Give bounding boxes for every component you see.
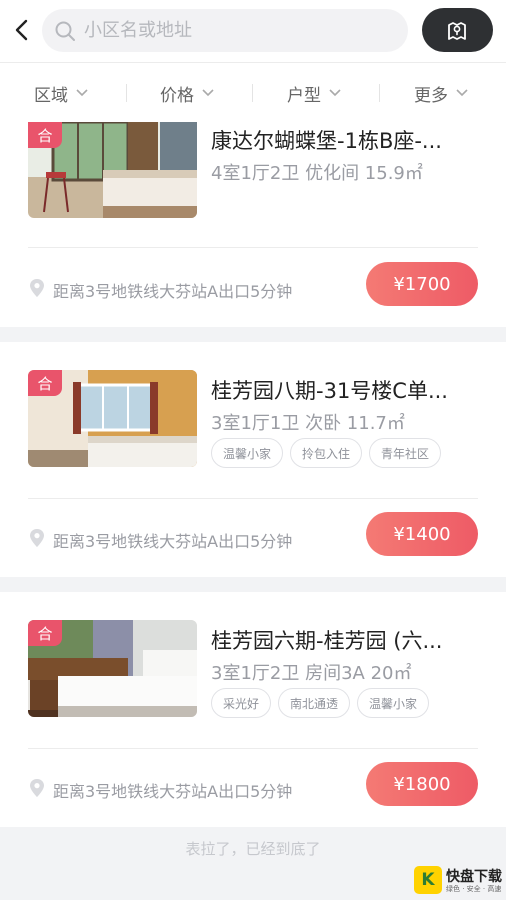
watermark-title: 快盘下载 — [446, 869, 502, 885]
listing-tag: 温馨小家 — [211, 438, 283, 468]
filter-bar: 区域 价格 户型 更多 — [0, 62, 506, 122]
map-view-button[interactable] — [422, 8, 493, 52]
listing-tag: 南北通透 — [278, 688, 350, 718]
chevron-down-icon — [76, 89, 88, 97]
filter-label: 更多 — [414, 85, 448, 106]
listing-tag: 采光好 — [211, 688, 271, 718]
listing-card[interactable]: 合 桂芳园八期-31号楼C单... 3室1厅1卫 次卧 11.7㎡ 温馨小家 拎… — [0, 342, 506, 577]
filter-label: 价格 — [160, 85, 194, 106]
shared-badge: 合 — [28, 620, 62, 646]
shared-badge: 合 — [28, 122, 62, 148]
shared-badge: 合 — [28, 370, 62, 396]
map-pin-icon — [448, 22, 466, 40]
location-pin-icon — [30, 279, 44, 297]
card-divider — [28, 748, 478, 749]
filter-area[interactable]: 区域 — [34, 63, 88, 123]
listing-card[interactable]: 合 康达尔蝴蝶堡-1栋B座-... 4室1厅2卫 优化间 15.9㎡ 距离3号地… — [0, 122, 506, 327]
listing-photo: 合 — [28, 620, 197, 717]
filter-divider — [126, 84, 127, 102]
watermark-logo: K 快盘下载 绿色 · 安全 · 高速 — [414, 866, 504, 896]
listing-meta: 3室1厅2卫 房间3A 20㎡ — [211, 663, 412, 684]
price-button[interactable]: ¥1400 — [366, 512, 478, 556]
top-bar — [0, 0, 506, 62]
filter-label: 户型 — [287, 85, 321, 106]
card-divider — [28, 498, 478, 499]
search-bar[interactable] — [42, 9, 408, 52]
chevron-down-icon — [202, 89, 214, 97]
filter-price[interactable]: 价格 — [160, 63, 214, 123]
listing-tag: 青年社区 — [369, 438, 441, 468]
search-icon — [55, 21, 75, 41]
location-text: 距离3号地铁线大芬站A出口5分钟 — [53, 282, 293, 301]
listing-title[interactable]: 桂芳园八期-31号楼C单... — [211, 375, 481, 405]
price-button[interactable]: ¥1800 — [366, 762, 478, 806]
listing-card[interactable]: 合 桂芳园六期-桂芳园 (六... 3室1厅2卫 房间3A 20㎡ 采光好 南北… — [0, 592, 506, 827]
location-pin-icon — [30, 529, 44, 547]
filter-label: 区域 — [34, 85, 68, 106]
chevron-down-icon — [329, 89, 341, 97]
location-text: 距离3号地铁线大芬站A出口5分钟 — [53, 532, 293, 551]
card-divider — [28, 247, 478, 248]
watermark-subtitle: 绿色 · 安全 · 高速 — [446, 885, 502, 893]
filter-more[interactable]: 更多 — [414, 63, 468, 123]
chevron-down-icon — [456, 89, 468, 97]
search-input[interactable] — [84, 9, 384, 52]
filter-divider — [252, 84, 253, 102]
filter-divider — [379, 84, 380, 102]
listing-photo: 合 — [28, 370, 197, 467]
end-of-list-text: 表拉了，已经到底了 — [185, 840, 321, 858]
watermark-mark: K — [414, 866, 442, 894]
listing-title[interactable]: 桂芳园六期-桂芳园 (六... — [211, 625, 481, 655]
listing-tag: 拎包入住 — [290, 438, 362, 468]
back-arrow-icon[interactable] — [10, 16, 36, 44]
filter-layout[interactable]: 户型 — [287, 63, 341, 123]
listing-meta: 3室1厅1卫 次卧 11.7㎡ — [211, 413, 405, 434]
location-text: 距离3号地铁线大芬站A出口5分钟 — [53, 782, 293, 801]
listing-title[interactable]: 康达尔蝴蝶堡-1栋B座-... — [211, 125, 481, 155]
listing-tag: 温馨小家 — [357, 688, 429, 718]
listing-meta: 4室1厅2卫 优化间 15.9㎡ — [211, 163, 423, 184]
price-button[interactable]: ¥1700 — [366, 262, 478, 306]
listing-photo: 合 — [28, 122, 197, 218]
location-pin-icon — [30, 779, 44, 797]
